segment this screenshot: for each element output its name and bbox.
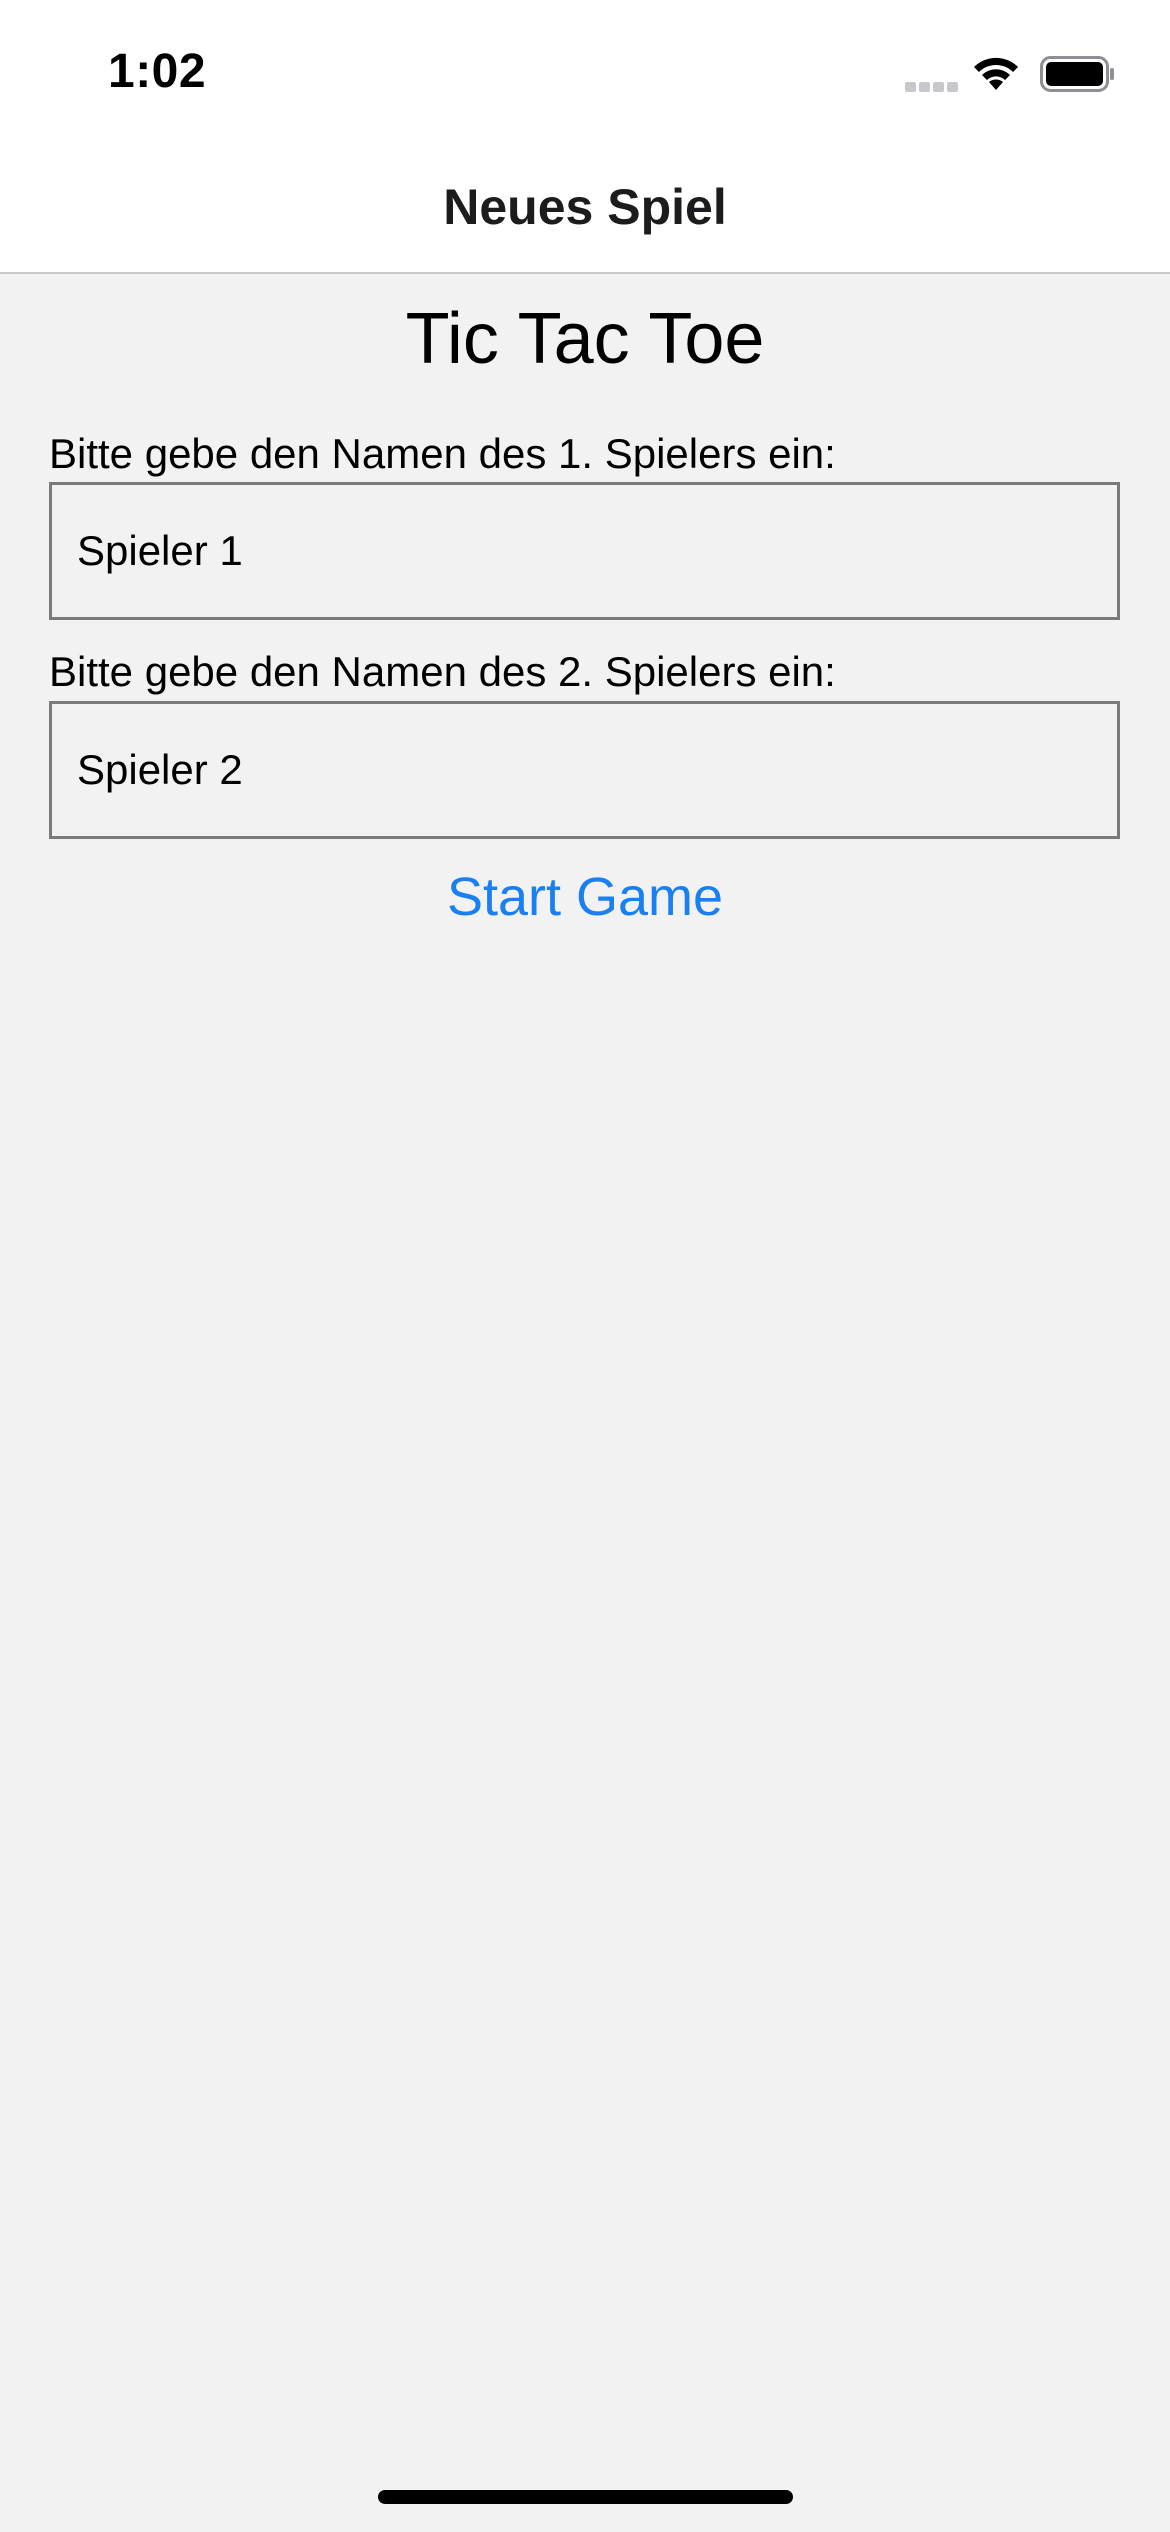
page-title: Tic Tac Toe (405, 299, 765, 379)
player1-name-input[interactable] (49, 482, 1120, 620)
battery-icon (1040, 56, 1114, 92)
status-time: 1:02 (108, 45, 207, 98)
home-indicator[interactable] (378, 2490, 793, 2504)
player2-label: Bitte gebe den Namen des 2. Spielers ein… (49, 648, 836, 695)
player2-name-input[interactable] (49, 701, 1120, 839)
start-game-button[interactable]: Start Game (385, 866, 785, 928)
status-bar: 1:02 (0, 0, 1170, 140)
nav-title: Neues Spiel (443, 179, 727, 235)
player1-label: Bitte gebe den Namen des 1. Spielers ein… (49, 430, 836, 477)
wifi-icon (974, 57, 1018, 90)
navigation-bar: Neues Spiel (0, 140, 1170, 274)
signal-icon (905, 80, 959, 92)
